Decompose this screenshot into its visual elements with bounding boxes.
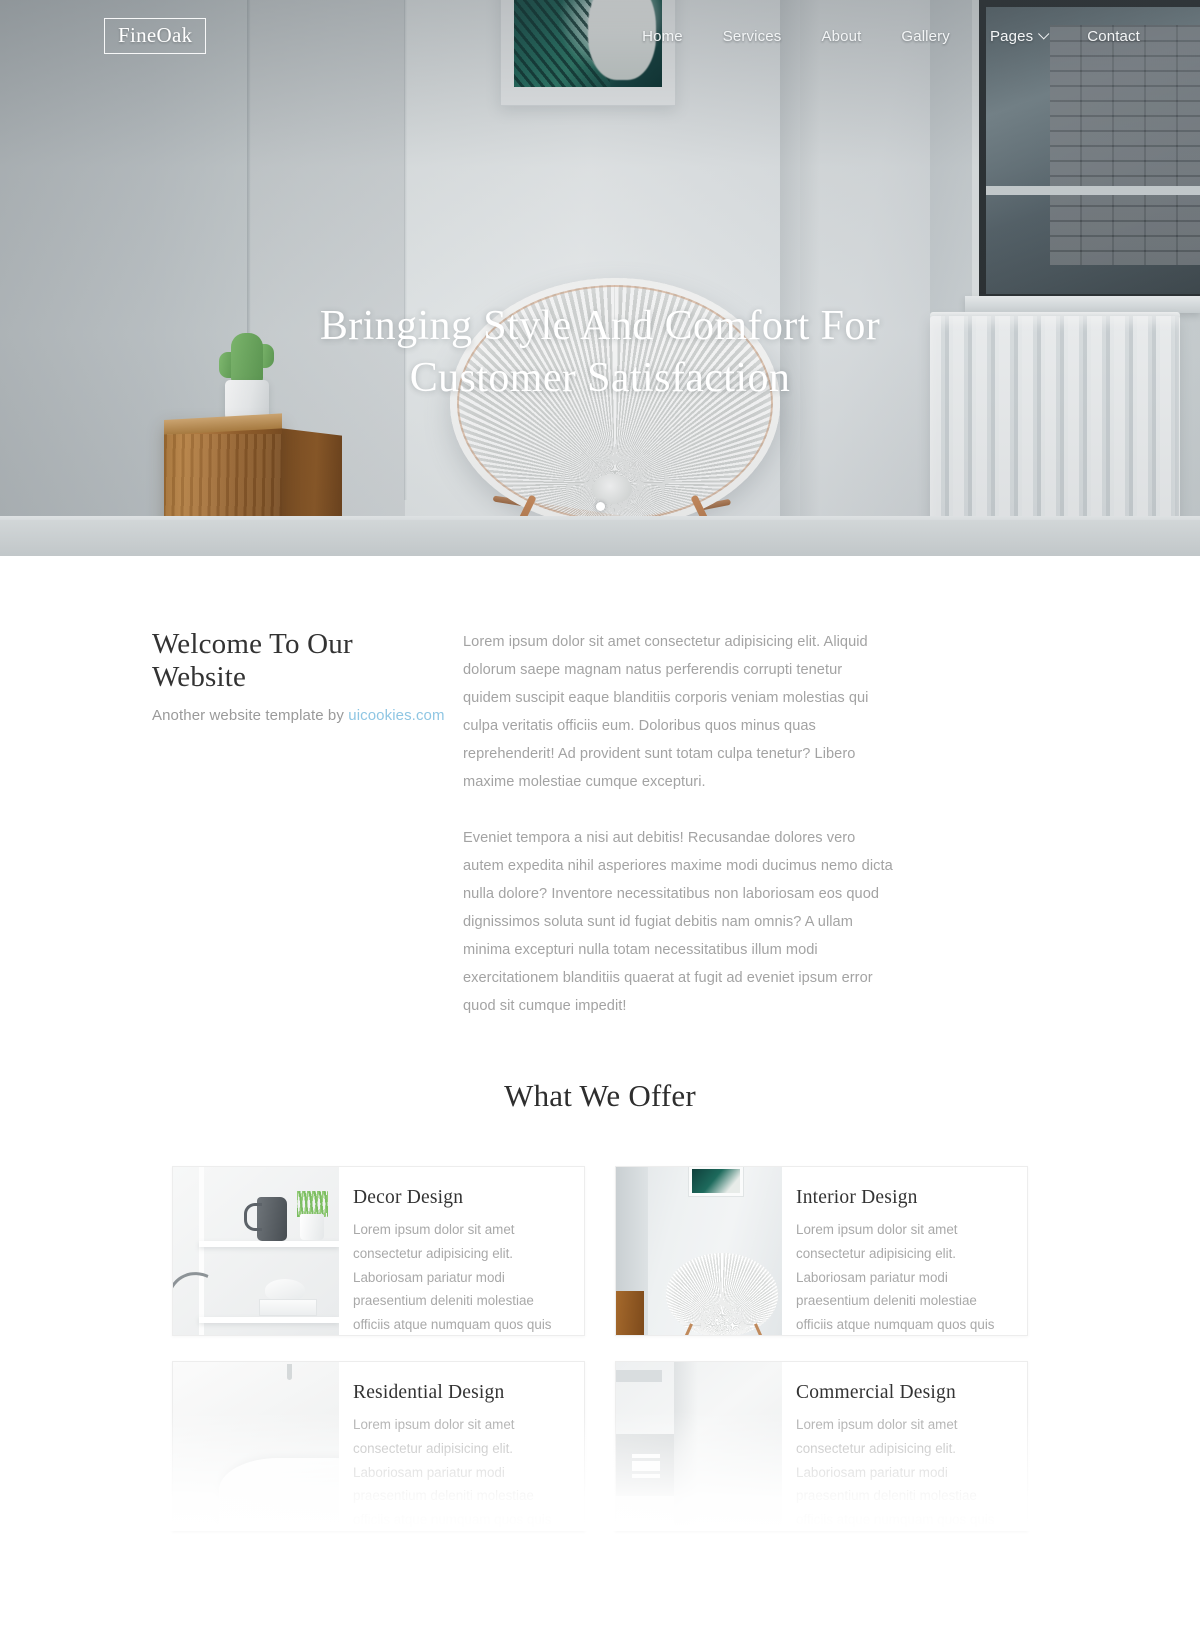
site-logo[interactable]: FineOak — [104, 17, 207, 55]
offer-cards-grid: Decor Design Lorem ipsum dolor sit amet … — [172, 1166, 1028, 1532]
offer-card-text: Lorem ipsum dolor sit amet consectetur a… — [353, 1222, 552, 1333]
welcome-title: Welcome To Our Website — [152, 628, 353, 693]
hero-background-photo — [0, 0, 1200, 556]
nav-label: Home — [642, 27, 683, 45]
welcome-paragraph-2: Eveniet tempora a nisi aut debitis! Recu… — [463, 830, 893, 1015]
welcome-right-column: Lorem ipsum dolor sit amet consectetur a… — [463, 628, 893, 1020]
offer-card-decor-design[interactable]: Decor Design Lorem ipsum dolor sit amet … — [172, 1166, 585, 1337]
offer-card-title: Residential Design — [353, 1382, 505, 1404]
offer-card-thumbnail — [173, 1167, 339, 1336]
main-navigation: Home Services About Gallery Pages Contac… — [622, 19, 1160, 54]
offer-card-thumbnail — [616, 1167, 782, 1336]
nav-item-gallery[interactable]: Gallery — [881, 19, 970, 54]
welcome-subtitle: Another website template by uicookies.co… — [152, 707, 445, 724]
offer-card-interior-design[interactable]: Interior Design Lorem ipsum dolor sit am… — [615, 1166, 1028, 1337]
nav-item-services[interactable]: Services — [703, 19, 802, 54]
nav-item-home[interactable]: Home — [622, 19, 703, 54]
slider-dot-1[interactable] — [595, 502, 605, 511]
nav-label: About — [821, 27, 862, 45]
hero-title: Bringing Style And Comfort For Customer … — [0, 300, 1200, 404]
nav-item-pages[interactable]: Pages — [970, 19, 1067, 54]
offer-card-text: Lorem ipsum dolor sit amet consectetur a… — [796, 1222, 995, 1333]
offers-title: What We Offer — [504, 1078, 696, 1114]
offer-card-title: Commercial Design — [796, 1382, 956, 1404]
offer-card-thumbnail — [173, 1362, 339, 1531]
offer-card-commercial-design[interactable]: Commercial Design Lorem ipsum dolor sit … — [615, 1361, 1028, 1532]
offer-card-residential-design[interactable]: Residential Design Lorem ipsum dolor sit… — [172, 1361, 585, 1532]
offer-card-thumbnail — [616, 1362, 782, 1531]
chevron-down-icon — [1038, 28, 1050, 40]
welcome-left-column: Welcome To Our Website Another website t… — [0, 628, 445, 1020]
offer-card-text: Lorem ipsum dolor sit amet consectetur a… — [796, 1417, 995, 1528]
hero-slider-dots — [0, 502, 1200, 511]
nav-item-contact[interactable]: Contact — [1067, 19, 1160, 54]
offer-card-title: Interior Design — [796, 1187, 918, 1209]
welcome-subtitle-text: Another website template by — [152, 707, 349, 724]
nav-label: Pages — [989, 27, 1034, 45]
offers-section: What We Offer Decor Design Lorem ipsum d… — [0, 1020, 1200, 1643]
site-header: FineOak Home Services About Gallery Page… — [0, 0, 1200, 72]
nav-item-about[interactable]: About — [801, 19, 881, 54]
uicookies-link[interactable]: uicookies.com — [348, 707, 444, 724]
hero-section: FineOak Home Services About Gallery Page… — [0, 0, 1200, 556]
nav-label: Services — [722, 27, 782, 45]
hero-title-line-2: Customer Satisfaction — [409, 355, 791, 402]
welcome-section: Welcome To Our Website Another website t… — [0, 556, 1200, 1020]
offer-card-text: Lorem ipsum dolor sit amet consectetur a… — [353, 1417, 552, 1528]
hero-text-block: Bringing Style And Comfort For Customer … — [0, 300, 1200, 404]
nav-label: Contact — [1087, 27, 1140, 45]
offer-card-title: Decor Design — [353, 1187, 464, 1209]
nav-label: Gallery — [901, 27, 950, 45]
hero-title-line-1: Bringing Style And Comfort For — [319, 303, 881, 349]
welcome-paragraph-1: Lorem ipsum dolor sit amet consectetur a… — [463, 634, 869, 791]
